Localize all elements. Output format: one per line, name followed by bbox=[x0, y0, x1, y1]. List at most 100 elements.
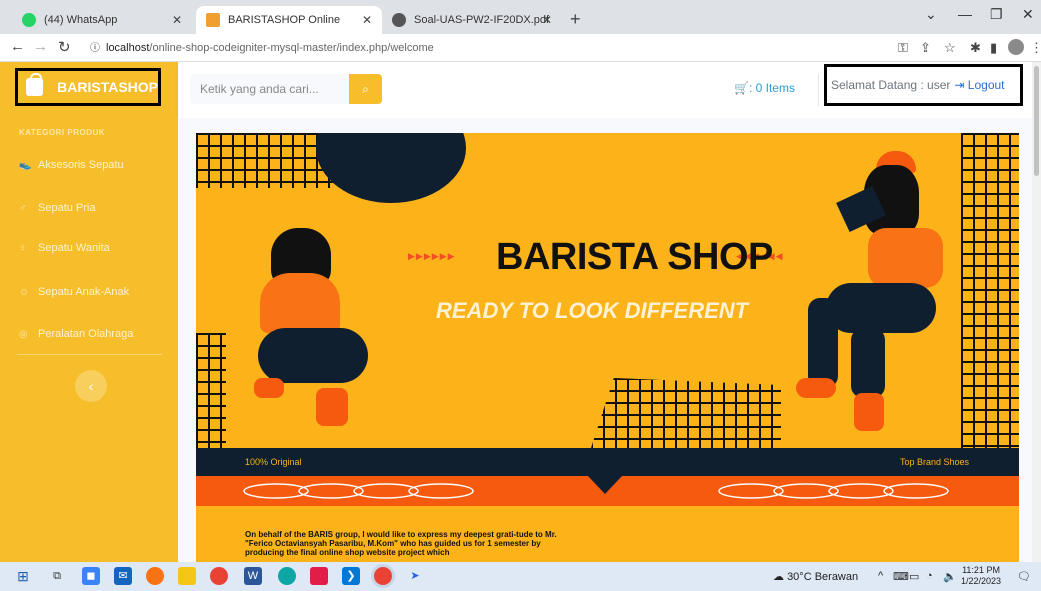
battery-icon[interactable]: ▭ bbox=[909, 570, 919, 583]
back-icon[interactable]: ← bbox=[10, 38, 25, 55]
close-icon[interactable]: ✕ bbox=[172, 13, 182, 27]
chrome-active-icon[interactable] bbox=[374, 567, 392, 585]
windows-start-icon[interactable]: ⊞ bbox=[14, 567, 32, 585]
firefox-icon[interactable] bbox=[146, 567, 164, 585]
whatsapp-icon bbox=[22, 13, 36, 27]
sidepanel-icon[interactable]: ▮ bbox=[990, 40, 997, 56]
network-icon[interactable]: ⌨ bbox=[893, 570, 909, 583]
edge-icon[interactable] bbox=[278, 567, 296, 585]
new-tab-icon[interactable]: + bbox=[570, 9, 581, 30]
bookmark-star-icon[interactable]: ☆ bbox=[944, 40, 956, 56]
weather-widget[interactable]: ☁ 30°C Berawan bbox=[773, 570, 858, 583]
wifi-icon[interactable]: ◔ bbox=[926, 570, 933, 582]
sidebar-item-wanita[interactable]: ♀ Sepatu Wanita bbox=[19, 242, 110, 254]
reload-icon[interactable]: ↻ bbox=[58, 38, 71, 56]
sidebar-item-label: Aksesoris Sepatu bbox=[38, 159, 124, 171]
info-icon: ⓘ bbox=[90, 43, 100, 54]
top-navbar: Ketik yang anda cari... ⌕ 🛒: 0 Items Sel… bbox=[178, 62, 1041, 118]
figure-shoe bbox=[316, 388, 348, 426]
nav-divider bbox=[818, 74, 819, 106]
store-icon[interactable]: ◼ bbox=[82, 567, 100, 585]
shopping-bag-icon bbox=[26, 73, 44, 96]
word-icon[interactable]: W bbox=[244, 567, 262, 585]
figure-shirt bbox=[868, 228, 943, 288]
extensions-icon[interactable]: ✱ bbox=[970, 40, 981, 56]
chevron-left-icon: ‹ bbox=[88, 378, 94, 394]
tab-label: BARISTASHOP Online bbox=[228, 14, 341, 26]
address-bar-row: ← → ↻ ⓘ localhost/online-shop-codeigniter… bbox=[0, 34, 1041, 62]
shoe-icon: 👟 bbox=[19, 159, 32, 171]
search-button[interactable]: ⌕ bbox=[349, 74, 382, 104]
menu-icon[interactable]: ⋮ bbox=[1030, 40, 1041, 56]
tab-search-icon[interactable]: ⌄ bbox=[925, 6, 937, 23]
window-close-icon[interactable]: ✕ bbox=[1022, 6, 1034, 23]
forward-icon[interactable]: → bbox=[33, 38, 48, 55]
sidebar: BARISTASHOP KATEGORI PRODUK 👟 Aksesoris … bbox=[0, 62, 178, 562]
figure-leg bbox=[808, 298, 838, 388]
tab-label: (44) WhatsApp bbox=[44, 14, 118, 26]
browser-tab-bar: (44) WhatsApp ✕ BARISTASHOP Online ✕ Soa… bbox=[0, 0, 1041, 34]
tab-pdf[interactable]: Soal-UAS-PW2-IF20DX.pdf ✕ bbox=[382, 6, 562, 34]
figure-pants bbox=[258, 328, 368, 383]
search-icon: ⌕ bbox=[362, 82, 369, 96]
notification-icon[interactable]: 🗨 bbox=[1017, 570, 1031, 583]
arrow-app-icon[interactable]: ➤ bbox=[406, 567, 424, 585]
close-icon[interactable]: ✕ bbox=[362, 13, 372, 27]
welcome-text: Selamat Datang : user bbox=[831, 78, 951, 92]
url-field[interactable]: ⓘ localhost/online-shop-codeigniter-mysql… bbox=[90, 38, 880, 58]
banner-subtitle: READY TO LOOK DIFFERENT bbox=[436, 298, 749, 323]
tray-chevron-icon[interactable]: ^ bbox=[878, 570, 883, 582]
figure-leg bbox=[851, 328, 885, 398]
clock[interactable]: 11:21 PM 1/22/2023 bbox=[961, 565, 1001, 587]
sidebar-item-label: Sepatu Pria bbox=[38, 202, 96, 214]
logout-link[interactable]: ⇥ Logout bbox=[954, 78, 1004, 92]
banner-title: BARISTA SHOP bbox=[496, 236, 773, 278]
original-tag: 100% Original bbox=[245, 457, 302, 467]
weather-text: 30°C Berawan bbox=[787, 571, 859, 583]
sidebar-item-pria[interactable]: ♂ Sepatu Pria bbox=[19, 202, 95, 214]
vscode-icon[interactable]: ❯ bbox=[342, 567, 360, 585]
url-host: localhost bbox=[106, 42, 150, 54]
taskbar: ⊞ ⧉ ◼ ✉ W ❯ ➤ ☁ 30°C Berawan ^ ⌨ ▭ ◔ 🔈 1… bbox=[0, 562, 1041, 591]
cart-count: : 0 Items bbox=[748, 81, 795, 95]
clock-date: 1/22/2023 bbox=[961, 576, 1002, 586]
brand-link[interactable]: BARISTASHOP bbox=[15, 68, 161, 106]
category-heading: KATEGORI PRODUK bbox=[19, 128, 106, 137]
close-icon[interactable]: ✕ bbox=[542, 13, 552, 27]
sidebar-item-anak[interactable]: ☺ Sepatu Anak-Anak bbox=[19, 286, 129, 298]
mail-icon[interactable]: ✉ bbox=[114, 567, 132, 585]
clock-time: 11:21 PM bbox=[962, 565, 1000, 575]
globe-icon bbox=[392, 13, 406, 27]
chrome-icon[interactable] bbox=[210, 567, 228, 585]
sidebar-item-label: Sepatu Anak-Anak bbox=[38, 286, 130, 298]
tab-baristashop[interactable]: BARISTASHOP Online ✕ bbox=[196, 6, 382, 34]
task-view-icon[interactable]: ⧉ bbox=[48, 567, 66, 585]
hero-banner: ▶▶▶▶▶▶ ◀◀◀◀◀◀ BARISTA SHOP READY TO LOOK… bbox=[196, 133, 1019, 562]
figure-shoe bbox=[254, 378, 284, 398]
banner-strip: 100% Original Top Brand Shoes bbox=[196, 448, 1019, 476]
grid-pattern bbox=[196, 333, 226, 448]
key-icon[interactable]: ⚿ bbox=[898, 40, 908, 56]
cart-link[interactable]: 🛒: 0 Items bbox=[734, 81, 795, 95]
minimize-icon[interactable]: — bbox=[958, 6, 972, 22]
profile-avatar[interactable] bbox=[1008, 39, 1024, 55]
user-menu[interactable]: Selamat Datang : user ⇥ Logout bbox=[824, 64, 1023, 106]
file-explorer-icon[interactable] bbox=[178, 567, 196, 585]
sidebar-toggle-button[interactable]: ‹ bbox=[75, 370, 107, 402]
logout-icon: ⇥ bbox=[954, 78, 968, 92]
banner-paragraph: On behalf of the BARIS group, I would li… bbox=[245, 530, 557, 557]
scrollbar-thumb[interactable] bbox=[1034, 66, 1039, 176]
tab-whatsapp[interactable]: (44) WhatsApp ✕ bbox=[12, 6, 192, 34]
app-icon[interactable] bbox=[310, 567, 328, 585]
sidebar-item-label: Sepatu Wanita bbox=[38, 242, 110, 254]
volume-icon[interactable]: 🔈 bbox=[943, 570, 957, 583]
sidebar-item-olahraga[interactable]: ◎ Peralatan Olahraga bbox=[19, 328, 133, 340]
male-icon: ♂ bbox=[19, 202, 27, 214]
restore-icon[interactable]: ❐ bbox=[990, 6, 1003, 23]
search-input[interactable]: Ketik yang anda cari... bbox=[190, 74, 350, 104]
sidebar-item-aksesoris[interactable]: 👟 Aksesoris Sepatu bbox=[19, 159, 124, 171]
share-icon[interactable]: ⇪ bbox=[920, 40, 931, 56]
cloud-icon: ☁ bbox=[773, 571, 788, 583]
figure-pants bbox=[826, 283, 936, 333]
cart-icon: 🛒 bbox=[734, 81, 749, 95]
